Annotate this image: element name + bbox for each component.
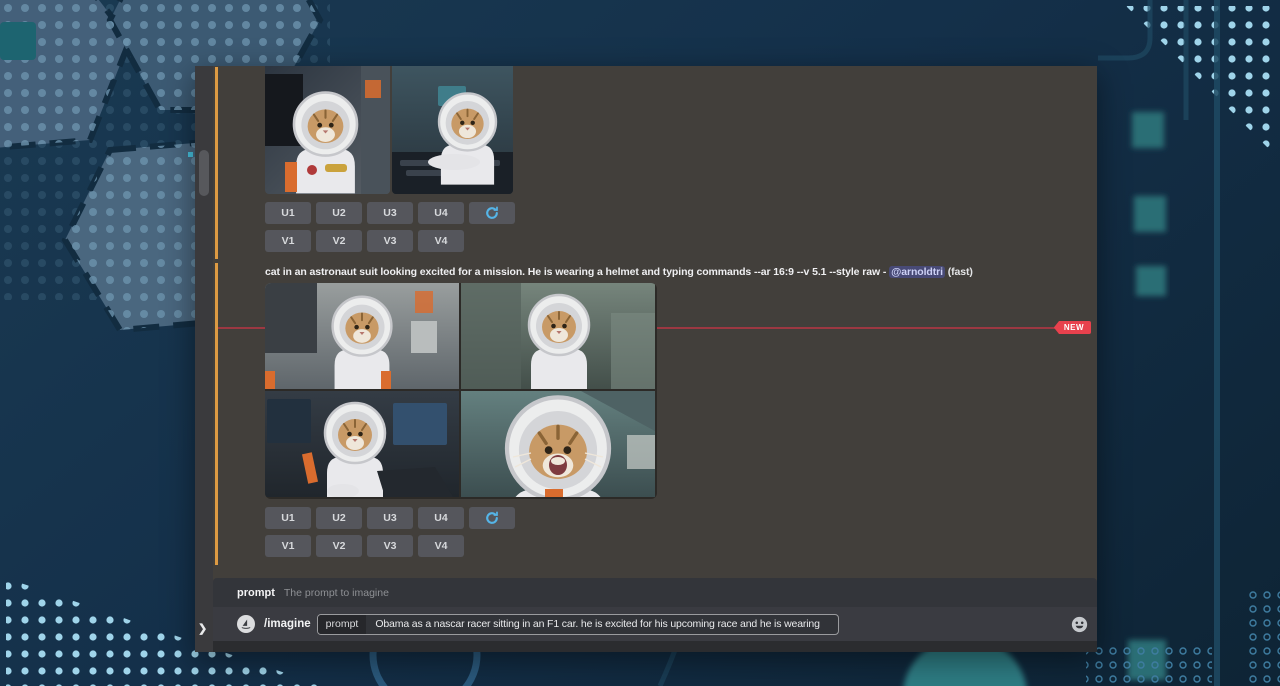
u1-button[interactable]: U1 [265, 202, 311, 224]
prompt-bold-text: cat in an astronaut suit looking excited… [265, 266, 886, 278]
dot-wedge-top-right [1126, 6, 1278, 158]
message2-upscale-row: U1 U2 U3 U4 [265, 507, 515, 529]
message2-variation-row: V1 V2 V3 V4 [265, 535, 464, 557]
chat-area: U1 U2 U3 U4 V1 V2 V3 V4 NEW [213, 66, 1097, 652]
autocomplete-option-description: The prompt to imagine [284, 587, 389, 599]
generated-image-astronaut-cat-excited[interactable] [461, 391, 655, 497]
message1-upscale-row: U1 U2 U3 U4 [265, 202, 515, 224]
circuit-line [1214, 0, 1220, 686]
v2-button[interactable]: V2 [316, 230, 362, 252]
u4-button[interactable]: U4 [418, 507, 464, 529]
prompt-input-value[interactable]: Obama as a nascar racer sitting in an F1… [366, 618, 819, 630]
midjourney-sailboat-icon [237, 615, 255, 633]
v3-button[interactable]: V3 [367, 230, 413, 252]
generated-image-astronaut-cat-laptop[interactable] [265, 391, 459, 497]
generated-image-astronaut-cat-portrait[interactable] [265, 66, 390, 194]
scrollbar-thumb[interactable] [199, 150, 209, 196]
v4-button[interactable]: V4 [418, 535, 464, 557]
rerun-icon[interactable] [469, 202, 515, 224]
window-bottom-strip [213, 641, 1097, 652]
prompt-input-field[interactable]: prompt Obama as a nascar racer sitting i… [317, 614, 839, 635]
expand-chevron-icon[interactable]: ❯ [198, 622, 207, 635]
discord-window: ❯ [195, 66, 1097, 652]
mention-arnoldtri[interactable]: @arnoldtri [889, 266, 945, 278]
imagine-command-label: /imagine [264, 618, 311, 630]
u3-button[interactable]: U3 [367, 202, 413, 224]
v1-button[interactable]: V1 [265, 230, 311, 252]
desktop-background: ❯ [0, 0, 1280, 686]
mention-highlight-border [215, 263, 218, 565]
emoji-smile-icon[interactable] [1071, 616, 1088, 633]
rerun-icon[interactable] [469, 507, 515, 529]
new-badge: NEW [1054, 321, 1091, 334]
autocomplete-option-name: prompt [237, 587, 275, 599]
v4-button[interactable]: V4 [418, 230, 464, 252]
fast-mode-tag: (fast) [948, 266, 973, 278]
teal-square [0, 22, 36, 60]
message2-image-grid [265, 283, 657, 499]
message-input-bar: /imagine prompt Obama as a nascar racer … [213, 607, 1097, 641]
u2-button[interactable]: U2 [316, 507, 362, 529]
generated-image-astronaut-cat-orange-suit[interactable] [265, 283, 459, 389]
message2-prompt-text: cat in an astronaut suit looking excited… [265, 266, 1075, 278]
u4-button[interactable]: U4 [418, 202, 464, 224]
u2-button[interactable]: U2 [316, 202, 362, 224]
teal-squares-column [1128, 112, 1166, 680]
u3-button[interactable]: U3 [367, 507, 413, 529]
autocomplete-option-prompt[interactable]: prompt The prompt to imagine [213, 578, 1097, 607]
mention-highlight-border [215, 67, 218, 259]
generated-image-astronaut-cat-typing[interactable] [392, 66, 513, 194]
prompt-option-pill: prompt [318, 615, 367, 634]
message1-variation-row: V1 V2 V3 V4 [265, 230, 464, 252]
v1-button[interactable]: V1 [265, 535, 311, 557]
v2-button[interactable]: V2 [316, 535, 362, 557]
left-scrollbar-rail: ❯ [195, 66, 213, 652]
u1-button[interactable]: U1 [265, 507, 311, 529]
generated-image-astronaut-cat-white-suit[interactable] [461, 283, 655, 389]
message1-images [265, 66, 513, 194]
v3-button[interactable]: V3 [367, 535, 413, 557]
